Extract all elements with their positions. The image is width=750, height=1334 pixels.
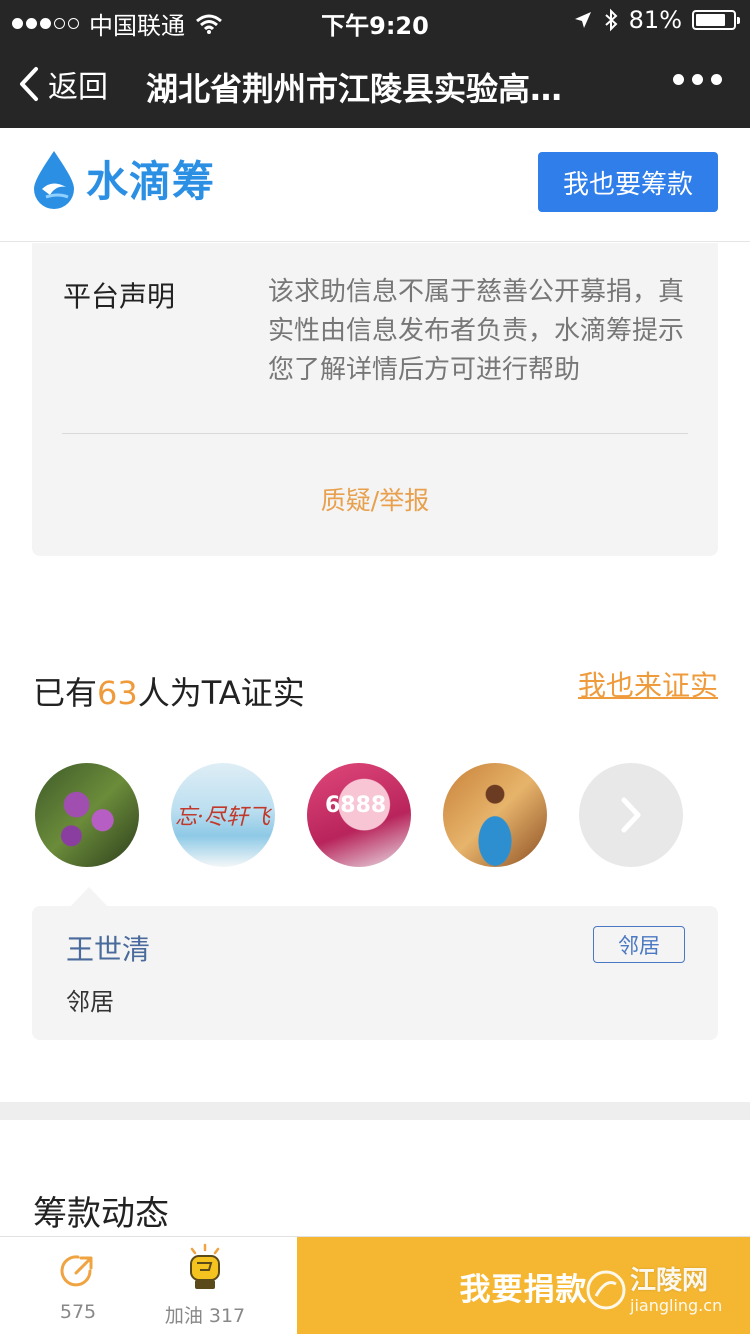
verification-count: 63 — [97, 674, 138, 712]
water-drop-logo-icon — [34, 150, 74, 209]
share-button[interactable]: 575 — [28, 1245, 128, 1329]
site-watermark: 江陵网 jiangling.cn — [584, 1258, 734, 1324]
fundraising-updates-title: 筹款动态 — [33, 1194, 169, 1234]
bluetooth-icon — [604, 8, 618, 32]
section-divider — [0, 1102, 750, 1120]
location-arrow-icon — [574, 12, 591, 28]
status-bar: 中国联通 下午9:20 81% — [0, 0, 750, 40]
more-dot-icon — [692, 74, 703, 85]
battery-fill — [696, 14, 726, 26]
verification-suffix: 人为TA证实 — [137, 674, 305, 712]
chevron-left-icon — [20, 67, 38, 101]
verifier-name[interactable]: 王世清 — [66, 928, 150, 968]
back-label: 返回 — [48, 70, 108, 105]
avatar[interactable] — [35, 763, 139, 867]
share-count: 575 — [59, 1301, 97, 1323]
divider — [62, 433, 688, 434]
watermark-logo-icon — [586, 1270, 626, 1310]
report-link[interactable]: 质疑/举报 — [32, 481, 718, 517]
verification-prefix: 已有 — [33, 674, 98, 712]
brand-logo[interactable]: 水滴筹 — [32, 148, 215, 209]
platform-declaration-card: 平台声明 该求助信息不属于慈善公开募捐，真实性由信息发布者负责，水滴筹提示您了解… — [32, 243, 718, 556]
watermark-url: jiangling.cn — [630, 1296, 723, 1315]
verification-comment-card: 王世清 邻居 邻居 — [32, 906, 718, 1040]
status-right: 81% — [573, 6, 740, 34]
more-dot-icon — [711, 74, 722, 85]
brand-name: 水滴筹 — [86, 157, 216, 206]
more-menu-button[interactable] — [673, 74, 722, 85]
verifier-comment: 邻居 — [66, 988, 114, 1016]
verify-too-link[interactable]: 我也来证实 — [578, 664, 718, 704]
cheer-button[interactable]: 加油 317 — [150, 1243, 260, 1329]
declaration-label: 平台声明 — [63, 280, 176, 313]
comment-pointer — [70, 887, 108, 907]
watermark-name: 江陵网 — [630, 1266, 709, 1296]
relationship-badge: 邻居 — [593, 926, 685, 963]
battery-percent: 81% — [628, 6, 682, 34]
start-fundraising-button[interactable]: 我也要筹款 — [538, 152, 718, 212]
verification-title: 已有63人为TA证实 — [33, 668, 305, 714]
avatar[interactable]: 6888 — [307, 763, 411, 867]
more-verifiers-button[interactable] — [579, 763, 683, 867]
chevron-right-icon — [621, 797, 641, 833]
share-icon — [60, 1255, 93, 1287]
page-title: 湖北省荆州市江陵县实验高… — [146, 70, 563, 108]
cheer-label: 加油 317 — [164, 1305, 246, 1327]
brand-header: 水滴筹 我也要筹款 — [0, 128, 750, 242]
avatar[interactable] — [443, 763, 547, 867]
avatar[interactable]: 忘·尽轩飞 — [171, 763, 275, 867]
more-dot-icon — [673, 74, 684, 85]
nav-bar: 返回 湖北省荆州市江陵县实验高… — [0, 40, 750, 128]
back-button[interactable]: 返回 — [18, 62, 108, 106]
battery-icon — [692, 10, 740, 30]
cheer-fist-icon — [190, 1243, 220, 1289]
declaration-text: 该求助信息不属于慈善公开募捐，真实性由信息发布者负责，水滴筹提示您了解详情后方可… — [268, 277, 685, 385]
verifier-avatar-list: 忘·尽轩飞 6888 — [35, 763, 683, 867]
